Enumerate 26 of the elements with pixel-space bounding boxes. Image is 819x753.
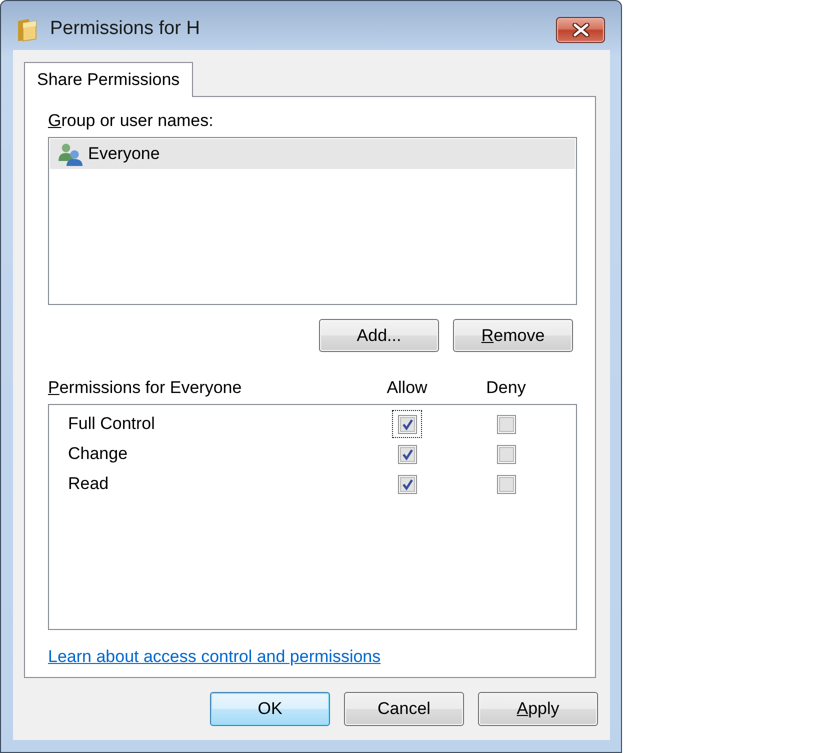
dialog-button[interactable]: OK — [210, 692, 330, 726]
checkbox[interactable] — [398, 444, 416, 464]
dialog-button[interactable]: Apply — [478, 692, 598, 726]
checkbox[interactable] — [496, 474, 516, 494]
window-title: Permissions for H — [50, 17, 200, 42]
checkbox[interactable] — [496, 444, 516, 464]
checkbox[interactable] — [398, 414, 416, 434]
help-link[interactable]: Learn about access control and permissions — [48, 648, 381, 666]
permission-name: Change — [68, 443, 129, 466]
permissions-label: Permissions for Everyone — [48, 379, 243, 397]
column-header: Deny — [485, 379, 527, 397]
close-icon — [572, 22, 590, 36]
checkbox[interactable] — [398, 474, 416, 494]
close-button[interactable] — [556, 16, 605, 42]
checkbox[interactable] — [496, 414, 516, 434]
tab[interactable]: Share Permissions — [24, 62, 193, 97]
dialog-button[interactable]: Cancel — [344, 692, 464, 726]
permission-name: Read — [68, 473, 110, 496]
dialog-button[interactable]: Add... — [319, 319, 439, 352]
folder-icon — [17, 18, 37, 42]
permission-name: Full Control — [68, 413, 156, 436]
column-header: Allow — [386, 379, 428, 397]
group-list-label: Group or user names: — [48, 112, 214, 130]
users-icon — [58, 142, 83, 166]
list-item[interactable]: Everyone — [50, 139, 575, 169]
dialog-button[interactable]: Remove — [453, 319, 573, 352]
